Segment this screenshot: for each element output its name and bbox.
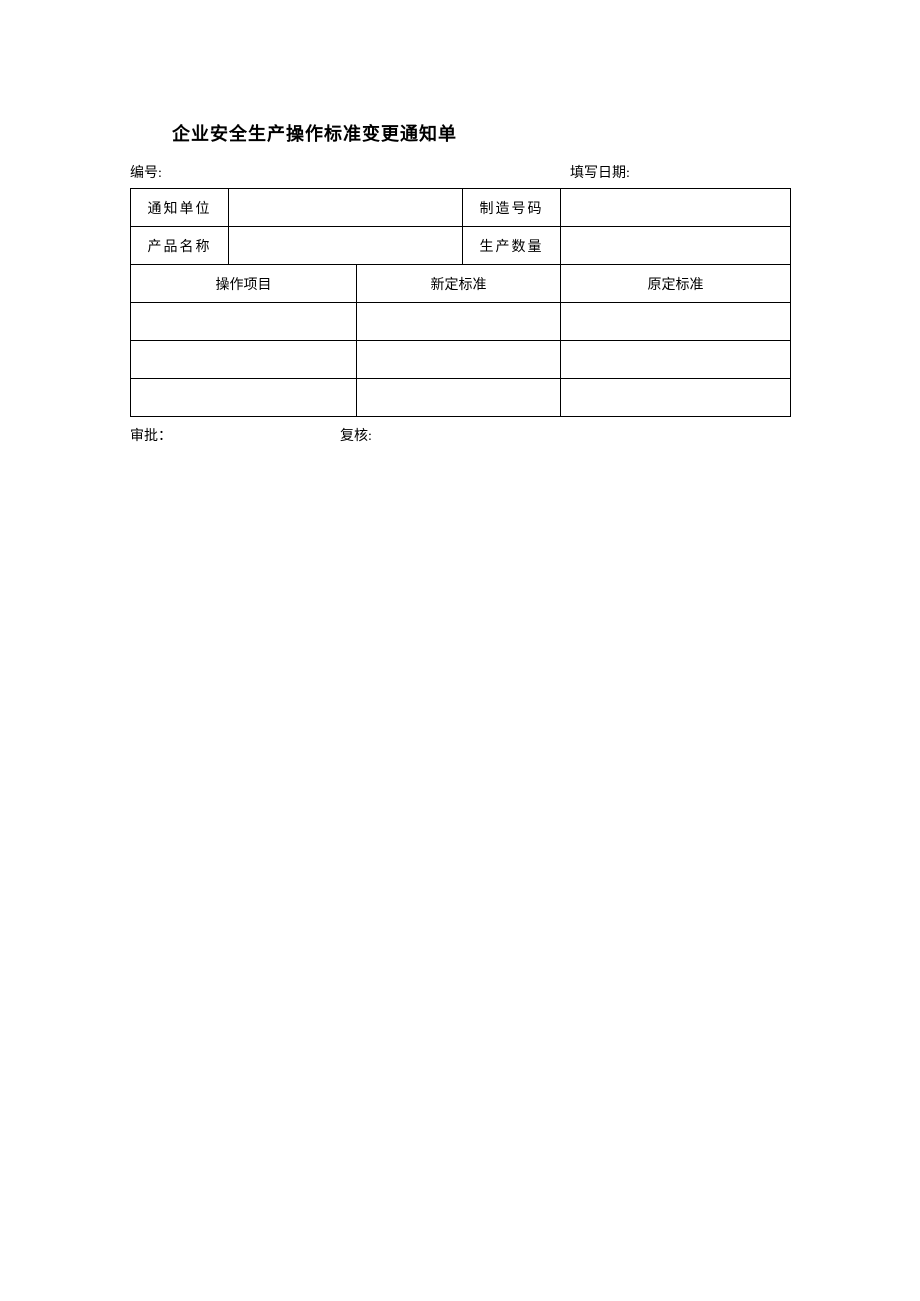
meta-id-group: 编号: (130, 162, 570, 182)
table-row (131, 303, 791, 341)
table-row: 通知单位 制造号码 (131, 189, 791, 227)
cell-new-standard (357, 379, 561, 417)
cell-operation-item (131, 379, 357, 417)
review-label: 复核: (340, 429, 372, 444)
footer-row: 审批： 复核: (130, 425, 790, 445)
approve-group: 审批： (130, 425, 340, 445)
product-name-label: 产品名称 (131, 227, 229, 265)
id-label: 编号: (130, 166, 162, 181)
table-row (131, 379, 791, 417)
manufacture-no-label: 制造号码 (463, 189, 561, 227)
production-qty-label: 生产数量 (463, 227, 561, 265)
document-title: 企业安全生产操作标准变更通知单 (172, 120, 790, 146)
col-original-standard: 原定标准 (561, 265, 791, 303)
notify-unit-label: 通知单位 (131, 189, 229, 227)
table-row (131, 341, 791, 379)
product-name-value (229, 227, 463, 265)
col-operation-item: 操作项目 (131, 265, 357, 303)
manufacture-no-value (561, 189, 791, 227)
cell-original-standard (561, 341, 791, 379)
col-new-standard: 新定标准 (357, 265, 561, 303)
table-header-row: 操作项目 新定标准 原定标准 (131, 265, 791, 303)
cell-new-standard (357, 341, 561, 379)
cell-original-standard (561, 379, 791, 417)
meta-row: 编号: 填写日期: (130, 162, 790, 182)
review-group: 复核: (340, 425, 790, 445)
cell-new-standard (357, 303, 561, 341)
cell-original-standard (561, 303, 791, 341)
date-label: 填写日期: (570, 166, 630, 181)
production-qty-value (561, 227, 791, 265)
approve-label: 审批： (130, 429, 172, 444)
table-row: 产品名称 生产数量 (131, 227, 791, 265)
form-table: 通知单位 制造号码 产品名称 生产数量 操作项目 新定标准 原定标准 (130, 188, 791, 417)
cell-operation-item (131, 303, 357, 341)
notify-unit-value (229, 189, 463, 227)
cell-operation-item (131, 341, 357, 379)
document-page: 企业安全生产操作标准变更通知单 编号: 填写日期: 通知单位 制造号码 产品名称… (0, 0, 920, 445)
meta-date-group: 填写日期: (570, 162, 790, 182)
